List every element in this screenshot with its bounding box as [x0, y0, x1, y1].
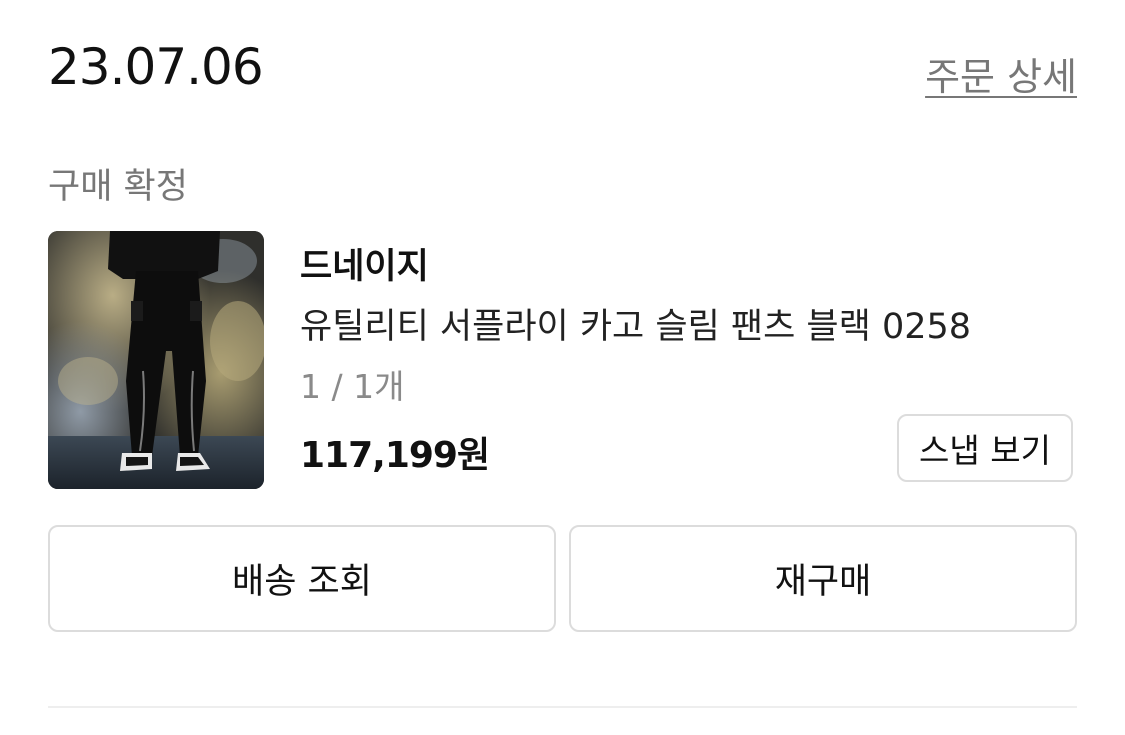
delivery-tracking-button[interactable]: 배송 조회 — [48, 525, 556, 632]
product-price: 117,199원 — [300, 435, 490, 476]
brand-name[interactable]: 드네이지 — [300, 238, 429, 289]
section-divider — [48, 706, 1077, 708]
product-name[interactable]: 유틸리티 서플라이 카고 슬림 팬츠 블랙 0258 — [300, 298, 971, 349]
product-quantity: 1 / 1개 — [300, 367, 405, 406]
order-status: 구매 확정 — [48, 167, 188, 207]
product-photo — [48, 231, 264, 489]
view-snap-button[interactable]: 스냅 보기 — [897, 414, 1073, 482]
order-date: 23.07.06 — [48, 38, 264, 96]
order-detail-link[interactable]: 주문 상세 — [925, 46, 1077, 101]
product-thumbnail[interactable] — [48, 231, 264, 489]
reorder-button[interactable]: 재구매 — [569, 525, 1077, 632]
